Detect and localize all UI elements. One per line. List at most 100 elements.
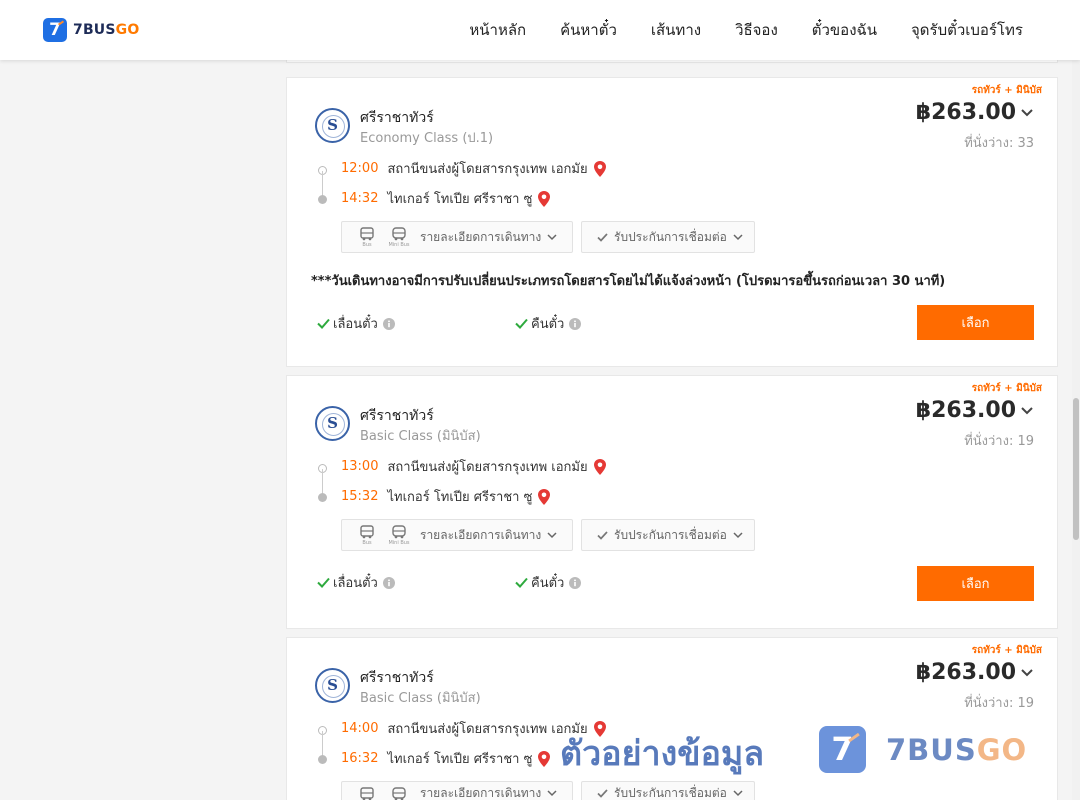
- reschedule-label: เลื่อนตั๋ว: [333, 317, 378, 332]
- price-value: ฿263.00: [915, 660, 1016, 685]
- chevron-down-icon: [1021, 668, 1033, 676]
- connection-insurance-dropdown[interactable]: รับประกันการเชื่อมต่อ: [581, 519, 755, 551]
- chevron-down-icon: [733, 531, 743, 538]
- reschedule-feature: เลื่อนตั๋ว: [317, 313, 395, 334]
- info-icon[interactable]: [382, 317, 395, 330]
- scrollbar-thumb[interactable]: [1073, 398, 1079, 540]
- map-pin-icon[interactable]: [537, 190, 551, 208]
- trip-details-label: รายละเอียดการเดินทาง: [420, 786, 542, 800]
- chevron-down-icon: [733, 790, 743, 797]
- arrival-dot-icon: [318, 195, 327, 204]
- sample-data-watermark: ตัวอย่างข้อมูล: [560, 734, 765, 774]
- trip-details-dropdown[interactable]: Bus Mini Bus รายละเอียดการเดินทาง: [341, 519, 573, 551]
- vehicle-type-tag: รถทัวร์ + มินิบัส: [971, 383, 1042, 394]
- site-logo[interactable]: 7 7BUSGO: [43, 18, 139, 42]
- service-class: Basic Class (มินิบัส): [360, 691, 481, 706]
- trip-details-dropdown[interactable]: Bus Mini Bus รายละเอียดการเดินทาง: [341, 221, 573, 253]
- departure-station: สถานีขนส่งผู้โดยสารกรุงเทพ เอกมัย: [387, 722, 588, 737]
- service-class: Economy Class (ป.1): [360, 131, 494, 146]
- info-icon[interactable]: [382, 576, 395, 589]
- check-icon: [515, 577, 528, 588]
- arrival-row: 16:32 ไทเกอร์ โทเปีย ศรีราชา ซู: [341, 748, 551, 769]
- operator-logo-icon: S: [315, 108, 350, 143]
- operator-logo-icon: S: [315, 406, 350, 441]
- bus-icon: [356, 786, 378, 800]
- arrival-time: 15:32: [341, 489, 379, 504]
- trip-details-label: รายละเอียดการเดินทาง: [420, 527, 542, 542]
- check-icon: [597, 232, 608, 242]
- operator-logo-icon: S: [315, 668, 350, 703]
- nav-home[interactable]: หน้าหลัก: [469, 18, 526, 42]
- check-icon: [317, 318, 330, 329]
- departure-time: 12:00: [341, 161, 379, 176]
- connection-insurance-dropdown[interactable]: รับประกันการเชื่อมต่อ: [581, 221, 755, 253]
- arrival-time: 16:32: [341, 751, 379, 766]
- check-icon: [597, 789, 608, 798]
- nav-search-tickets[interactable]: ค้นหาตั๋ว: [560, 18, 617, 42]
- refund-feature: คืนตั๋ว: [515, 313, 582, 334]
- travel-notice: ***วันเดินทางอาจมีการปรับเปลี่ยนประเภทรถ…: [311, 274, 946, 289]
- price-value: ฿263.00: [915, 398, 1016, 423]
- info-icon[interactable]: [569, 576, 582, 589]
- price-toggle[interactable]: ฿263.00: [916, 398, 1034, 423]
- minibus-icon: Mini Bus: [388, 524, 410, 546]
- arrival-dot-icon: [318, 493, 327, 502]
- route-line: [322, 171, 323, 197]
- departure-time: 14:00: [341, 721, 379, 736]
- chevron-down-icon: [733, 233, 743, 240]
- seats-available: ที่นั่งว่าง: 33: [964, 136, 1034, 151]
- trip-details-dropdown[interactable]: รายละเอียดการเดินทาง: [341, 781, 573, 800]
- price-value: ฿263.00: [915, 100, 1016, 125]
- brand-watermark-text: 7BUSGO: [886, 733, 1028, 767]
- route-line: [322, 731, 323, 757]
- nav-pickup-contacts[interactable]: จุดรับตั๋วเบอร์โทร: [911, 18, 1023, 42]
- map-pin-icon[interactable]: [593, 160, 607, 178]
- refund-feature: คืนตั๋ว: [515, 572, 582, 593]
- nav-routes[interactable]: เส้นทาง: [651, 18, 701, 42]
- service-class: Basic Class (มินิบัส): [360, 429, 481, 444]
- arrival-station: ไทเกอร์ โทเปีย ศรีราชา ซู: [387, 192, 533, 207]
- connection-insurance-dropdown[interactable]: รับประกันการเชื่อมต่อ: [581, 781, 755, 800]
- chevron-down-icon: [1021, 406, 1033, 414]
- insurance-label: รับประกันการเชื่อมต่อ: [614, 786, 727, 800]
- arrival-station: ไทเกอร์ โทเปีย ศรีราชา ซู: [387, 752, 533, 767]
- vehicle-type-tag: รถทัวร์ + มินิบัส: [971, 645, 1042, 656]
- nav-how-to-book[interactable]: วิธีจอง: [735, 18, 778, 42]
- arrival-station: ไทเกอร์ โทเปีย ศรีราชา ซู: [387, 490, 533, 505]
- price-toggle[interactable]: ฿263.00: [916, 100, 1034, 125]
- nav-my-tickets[interactable]: ตั๋วของฉัน: [812, 18, 877, 42]
- top-header: 7 7BUSGO หน้าหลัก ค้นหาตั๋ว เส้นทาง วิธี…: [0, 0, 1080, 60]
- bus-icon: Bus: [356, 524, 378, 546]
- arrival-dot-icon: [318, 755, 327, 764]
- route-line: [322, 469, 323, 495]
- map-pin-icon[interactable]: [593, 458, 607, 476]
- brand-watermark-logo-icon: 7: [819, 726, 866, 773]
- select-trip-button[interactable]: เลือก: [917, 566, 1034, 601]
- reschedule-feature: เลื่อนตั๋ว: [317, 572, 395, 593]
- departure-time: 13:00: [341, 459, 379, 474]
- operator-name: ศรีราชาทัวร์: [360, 408, 434, 424]
- map-pin-icon[interactable]: [537, 488, 551, 506]
- departure-row: 12:00 สถานีขนส่งผู้โดยสารกรุงเทพ เอกมัย: [341, 158, 607, 179]
- map-pin-icon[interactable]: [537, 750, 551, 768]
- trip-details-label: รายละเอียดการเดินทาง: [420, 229, 542, 244]
- minibus-icon: Mini Bus: [388, 226, 410, 248]
- info-icon[interactable]: [569, 317, 582, 330]
- insurance-label: รับประกันการเชื่อมต่อ: [614, 229, 727, 244]
- price-toggle[interactable]: ฿263.00: [916, 660, 1034, 685]
- seats-available: ที่นั่งว่าง: 19: [964, 434, 1034, 449]
- operator-name: ศรีราชาทัวร์: [360, 670, 434, 686]
- trip-card: รถทัวร์ + มินิบัส S ศรีราชาทัวร์ Basic C…: [286, 375, 1058, 629]
- arrival-row: 14:32 ไทเกอร์ โทเปีย ศรีราชา ซู: [341, 188, 551, 209]
- operator-name: ศรีราชาทัวร์: [360, 110, 434, 126]
- refund-label: คืนตั๋ว: [531, 317, 565, 332]
- trip-card: รถทัวร์ + มินิบัส S ศรีราชาทัวร์ Economy…: [286, 77, 1058, 367]
- arrival-time: 14:32: [341, 191, 379, 206]
- departure-station: สถานีขนส่งผู้โดยสารกรุงเทพ เอกมัย: [387, 460, 588, 475]
- logo-badge-icon: 7: [43, 18, 67, 42]
- arrival-row: 15:32 ไทเกอร์ โทเปีย ศรีราชา ซู: [341, 486, 551, 507]
- bus-icon: Bus: [356, 226, 378, 248]
- check-icon: [317, 577, 330, 588]
- select-trip-button[interactable]: เลือก: [917, 305, 1034, 340]
- chevron-down-icon: [547, 233, 557, 240]
